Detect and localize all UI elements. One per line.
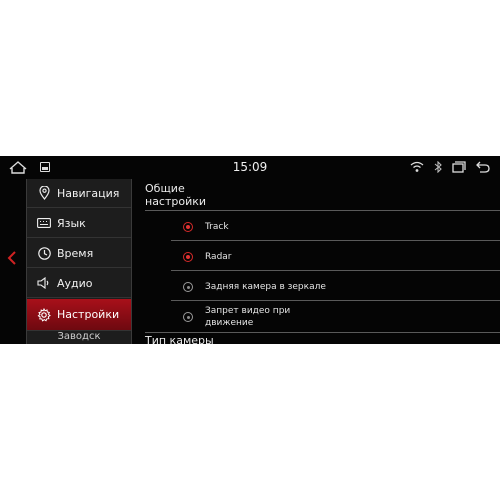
sidebar-item-label: Аудио bbox=[57, 276, 93, 290]
settings-sidebar: Навигация Язык Время Аудио Настройки Зав… bbox=[26, 179, 132, 344]
status-bar: 15:09 bbox=[0, 156, 500, 179]
sidebar-item-label: Навигация bbox=[57, 186, 120, 200]
sidebar-item-label: Язык bbox=[57, 216, 86, 230]
sidebar-item-factory[interactable]: Заводск bbox=[27, 331, 131, 344]
option-track[interactable]: Track bbox=[171, 215, 500, 239]
section-title-camera-type: Тип камеры bbox=[145, 334, 214, 344]
option-label: Задняя камера в зеркале bbox=[205, 282, 326, 292]
gear-icon bbox=[37, 307, 51, 322]
sidebar-item-label: Время bbox=[57, 246, 94, 260]
left-back-strip[interactable] bbox=[0, 179, 26, 344]
sidebar-item-audio[interactable]: Аудио bbox=[27, 269, 131, 298]
sidebar-item-label: Настройки bbox=[57, 308, 120, 321]
sidebar-item-time[interactable]: Время bbox=[27, 239, 131, 268]
option-label: Radar bbox=[205, 252, 232, 262]
option-no-video-while-driving[interactable]: Запрет видео при движение bbox=[171, 304, 500, 330]
car-head-unit-screen: 15:09 Навигация Язык Время Аудио Настрой… bbox=[0, 156, 500, 344]
keyboard-icon bbox=[37, 216, 51, 230]
radio-unselected-icon[interactable] bbox=[183, 282, 193, 292]
location-pin-icon bbox=[37, 186, 51, 200]
divider bbox=[171, 300, 500, 301]
divider bbox=[145, 332, 500, 333]
sidebar-item-language[interactable]: Язык bbox=[27, 209, 131, 238]
radio-selected-icon[interactable] bbox=[183, 222, 193, 232]
wifi-icon bbox=[410, 161, 424, 172]
option-radar[interactable]: Radar bbox=[171, 245, 500, 269]
divider bbox=[145, 210, 500, 211]
option-label: Track bbox=[205, 222, 229, 232]
back-icon[interactable] bbox=[476, 161, 490, 173]
option-rear-camera-mirror[interactable]: Задняя камера в зеркале bbox=[171, 275, 500, 299]
divider bbox=[171, 240, 500, 241]
settings-content: Общие настройки Track Radar Задняя камер… bbox=[131, 179, 500, 344]
chevron-left-icon[interactable] bbox=[7, 251, 17, 265]
section-title-general: Общие настройки bbox=[145, 182, 207, 208]
clock-icon bbox=[37, 246, 51, 260]
sidebar-item-navigation[interactable]: Навигация bbox=[27, 179, 131, 208]
radio-selected-icon[interactable] bbox=[183, 252, 193, 262]
speaker-icon bbox=[37, 276, 51, 290]
sidebar-item-settings[interactable]: Настройки bbox=[27, 299, 131, 331]
radio-unselected-icon[interactable] bbox=[183, 312, 193, 322]
option-label: Запрет видео при движение bbox=[205, 306, 291, 328]
divider bbox=[171, 270, 500, 271]
sidebar-item-label: Заводск bbox=[57, 331, 101, 342]
recent-apps-icon[interactable] bbox=[452, 161, 466, 173]
bluetooth-icon bbox=[434, 161, 442, 173]
